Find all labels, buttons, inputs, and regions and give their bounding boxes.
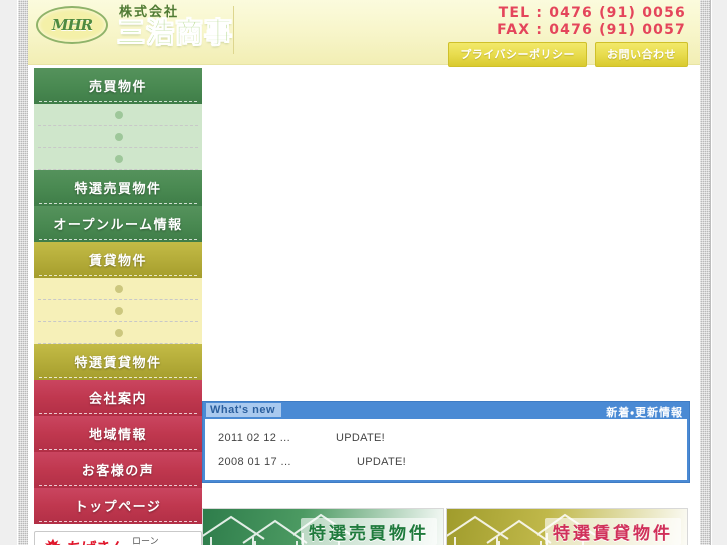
chibagin-logo-icon bbox=[44, 538, 61, 545]
header-contact-info: TEL : 0476 (91) 0056 FAX : 0476 (91) 005… bbox=[497, 5, 686, 39]
company-name: 三浩商事 bbox=[117, 17, 234, 48]
news-status: UPDATE! bbox=[357, 456, 406, 468]
header-button-group: プライバシーポリシー お問い合わせ bbox=[448, 42, 688, 67]
sidebar-item-tokusen-chintai[interactable]: 特選賃貸物件 bbox=[34, 344, 202, 380]
promo-banner-tokusen-chintai[interactable]: 特選賃貸物件 特選賃貸物件をご紹介しております。 ⇒詳細はこちらから bbox=[446, 508, 688, 545]
company-logo-icon: MHR bbox=[36, 6, 108, 44]
bullet-icon bbox=[114, 307, 123, 315]
sidebar-item-customer-voice[interactable]: お客様の声 bbox=[34, 452, 202, 488]
sidebar-subitem-baibai-2[interactable] bbox=[34, 126, 202, 148]
news-item[interactable]: 2011 02 12 ... UPDATE! bbox=[205, 426, 687, 450]
main-content: What's new 新着・更新情報 2011 02 12 ... UPDATE… bbox=[202, 65, 694, 545]
bullet-icon bbox=[114, 285, 123, 293]
site-header: MHR 株式会社 三浩商事 TEL : 0476 (91) 0056 FAX :… bbox=[28, 0, 700, 67]
bullet-icon bbox=[114, 155, 123, 163]
page-left-border bbox=[18, 0, 28, 545]
whats-new-list: 2011 02 12 ... UPDATE! 2008 01 17 ... UP… bbox=[205, 419, 687, 480]
sidebar-subitem-chintai-3[interactable] bbox=[34, 322, 202, 344]
promo-title: 特選売買物件 bbox=[301, 518, 437, 545]
sidebar-navigation: 売買物件 特選売買物件 オープンルーム情報 賃貸物件 特選賃貸物件 会社案内 地… bbox=[34, 68, 202, 545]
news-status: UPDATE! bbox=[336, 432, 385, 444]
promo-banner-tokusen-baibai[interactable]: 特選売買物件 特選売買物件をご紹介しております。 ⇒詳細はこちらから bbox=[202, 508, 444, 545]
whats-new-panel: What's new 新着・更新情報 2011 02 12 ... UPDATE… bbox=[202, 401, 690, 483]
bullet-icon bbox=[114, 329, 123, 337]
promo-title: 特選賃貸物件 bbox=[545, 518, 681, 545]
sidebar-subitem-chintai-2[interactable] bbox=[34, 300, 202, 322]
sidebar-item-company[interactable]: 会社案内 bbox=[34, 380, 202, 416]
brand-text: 株式会社 三浩商事 bbox=[117, 3, 233, 47]
news-date: 2008 01 17 ... bbox=[218, 456, 291, 468]
bank-loan-simulator-banner[interactable]: ちばきん ローン シュミレーター bbox=[34, 531, 202, 545]
sidebar-item-baibai-bukken[interactable]: 売買物件 bbox=[34, 68, 202, 104]
loan-simulator-label: ローン シュミレーター bbox=[132, 536, 195, 545]
contact-button[interactable]: お問い合わせ bbox=[595, 42, 688, 67]
sidebar-item-chintai-bukken[interactable]: 賃貸物件 bbox=[34, 242, 202, 278]
sidebar-item-open-room[interactable]: オープンルーム情報 bbox=[34, 206, 202, 242]
page-content: MHR 株式会社 三浩商事 TEL : 0476 (91) 0056 FAX :… bbox=[28, 0, 700, 545]
privacy-policy-button[interactable]: プライバシーポリシー bbox=[448, 42, 587, 67]
whats-new-header: What's new 新着・更新情報 bbox=[203, 402, 689, 419]
sidebar-item-area-info[interactable]: 地域情報 bbox=[34, 416, 202, 452]
telephone-number: TEL : 0476 (91) 0056 bbox=[498, 5, 686, 21]
bank-name: ちばきん bbox=[67, 537, 126, 545]
sidebar-subitem-baibai-3[interactable] bbox=[34, 148, 202, 170]
bullet-icon bbox=[114, 133, 123, 141]
whats-new-title-jp: 新着・更新情報 bbox=[606, 407, 683, 419]
whats-new-title: What's new bbox=[206, 403, 282, 417]
page-right-border bbox=[700, 0, 710, 545]
news-date: 2011 02 12 ... bbox=[218, 432, 291, 444]
page-frame: MHR 株式会社 三浩商事 TEL : 0476 (91) 0056 FAX :… bbox=[0, 0, 727, 545]
header-divider bbox=[233, 6, 234, 54]
sidebar-subitem-chintai-1[interactable] bbox=[34, 278, 202, 300]
loan-simulator-line1: ローン bbox=[132, 536, 159, 545]
news-item[interactable]: 2008 01 17 ... UPDATE! bbox=[205, 450, 687, 474]
sidebar-subitem-baibai-1[interactable] bbox=[34, 104, 202, 126]
bullet-icon bbox=[114, 111, 123, 119]
fax-number: FAX : 0476 (91) 0057 bbox=[497, 22, 686, 38]
body-columns: 売買物件 特選売買物件 オープンルーム情報 賃貸物件 特選賃貸物件 会社案内 地… bbox=[28, 65, 700, 545]
brand[interactable]: MHR 株式会社 三浩商事 bbox=[36, 3, 233, 47]
promo-banner-row: 特選売買物件 特選売買物件をご紹介しております。 ⇒詳細はこちらから bbox=[202, 508, 688, 545]
sidebar-item-top-page[interactable]: トップページ bbox=[34, 488, 202, 524]
sidebar-item-tokusen-baibai[interactable]: 特選売買物件 bbox=[34, 170, 202, 206]
company-logo-text: MHR bbox=[51, 16, 93, 34]
